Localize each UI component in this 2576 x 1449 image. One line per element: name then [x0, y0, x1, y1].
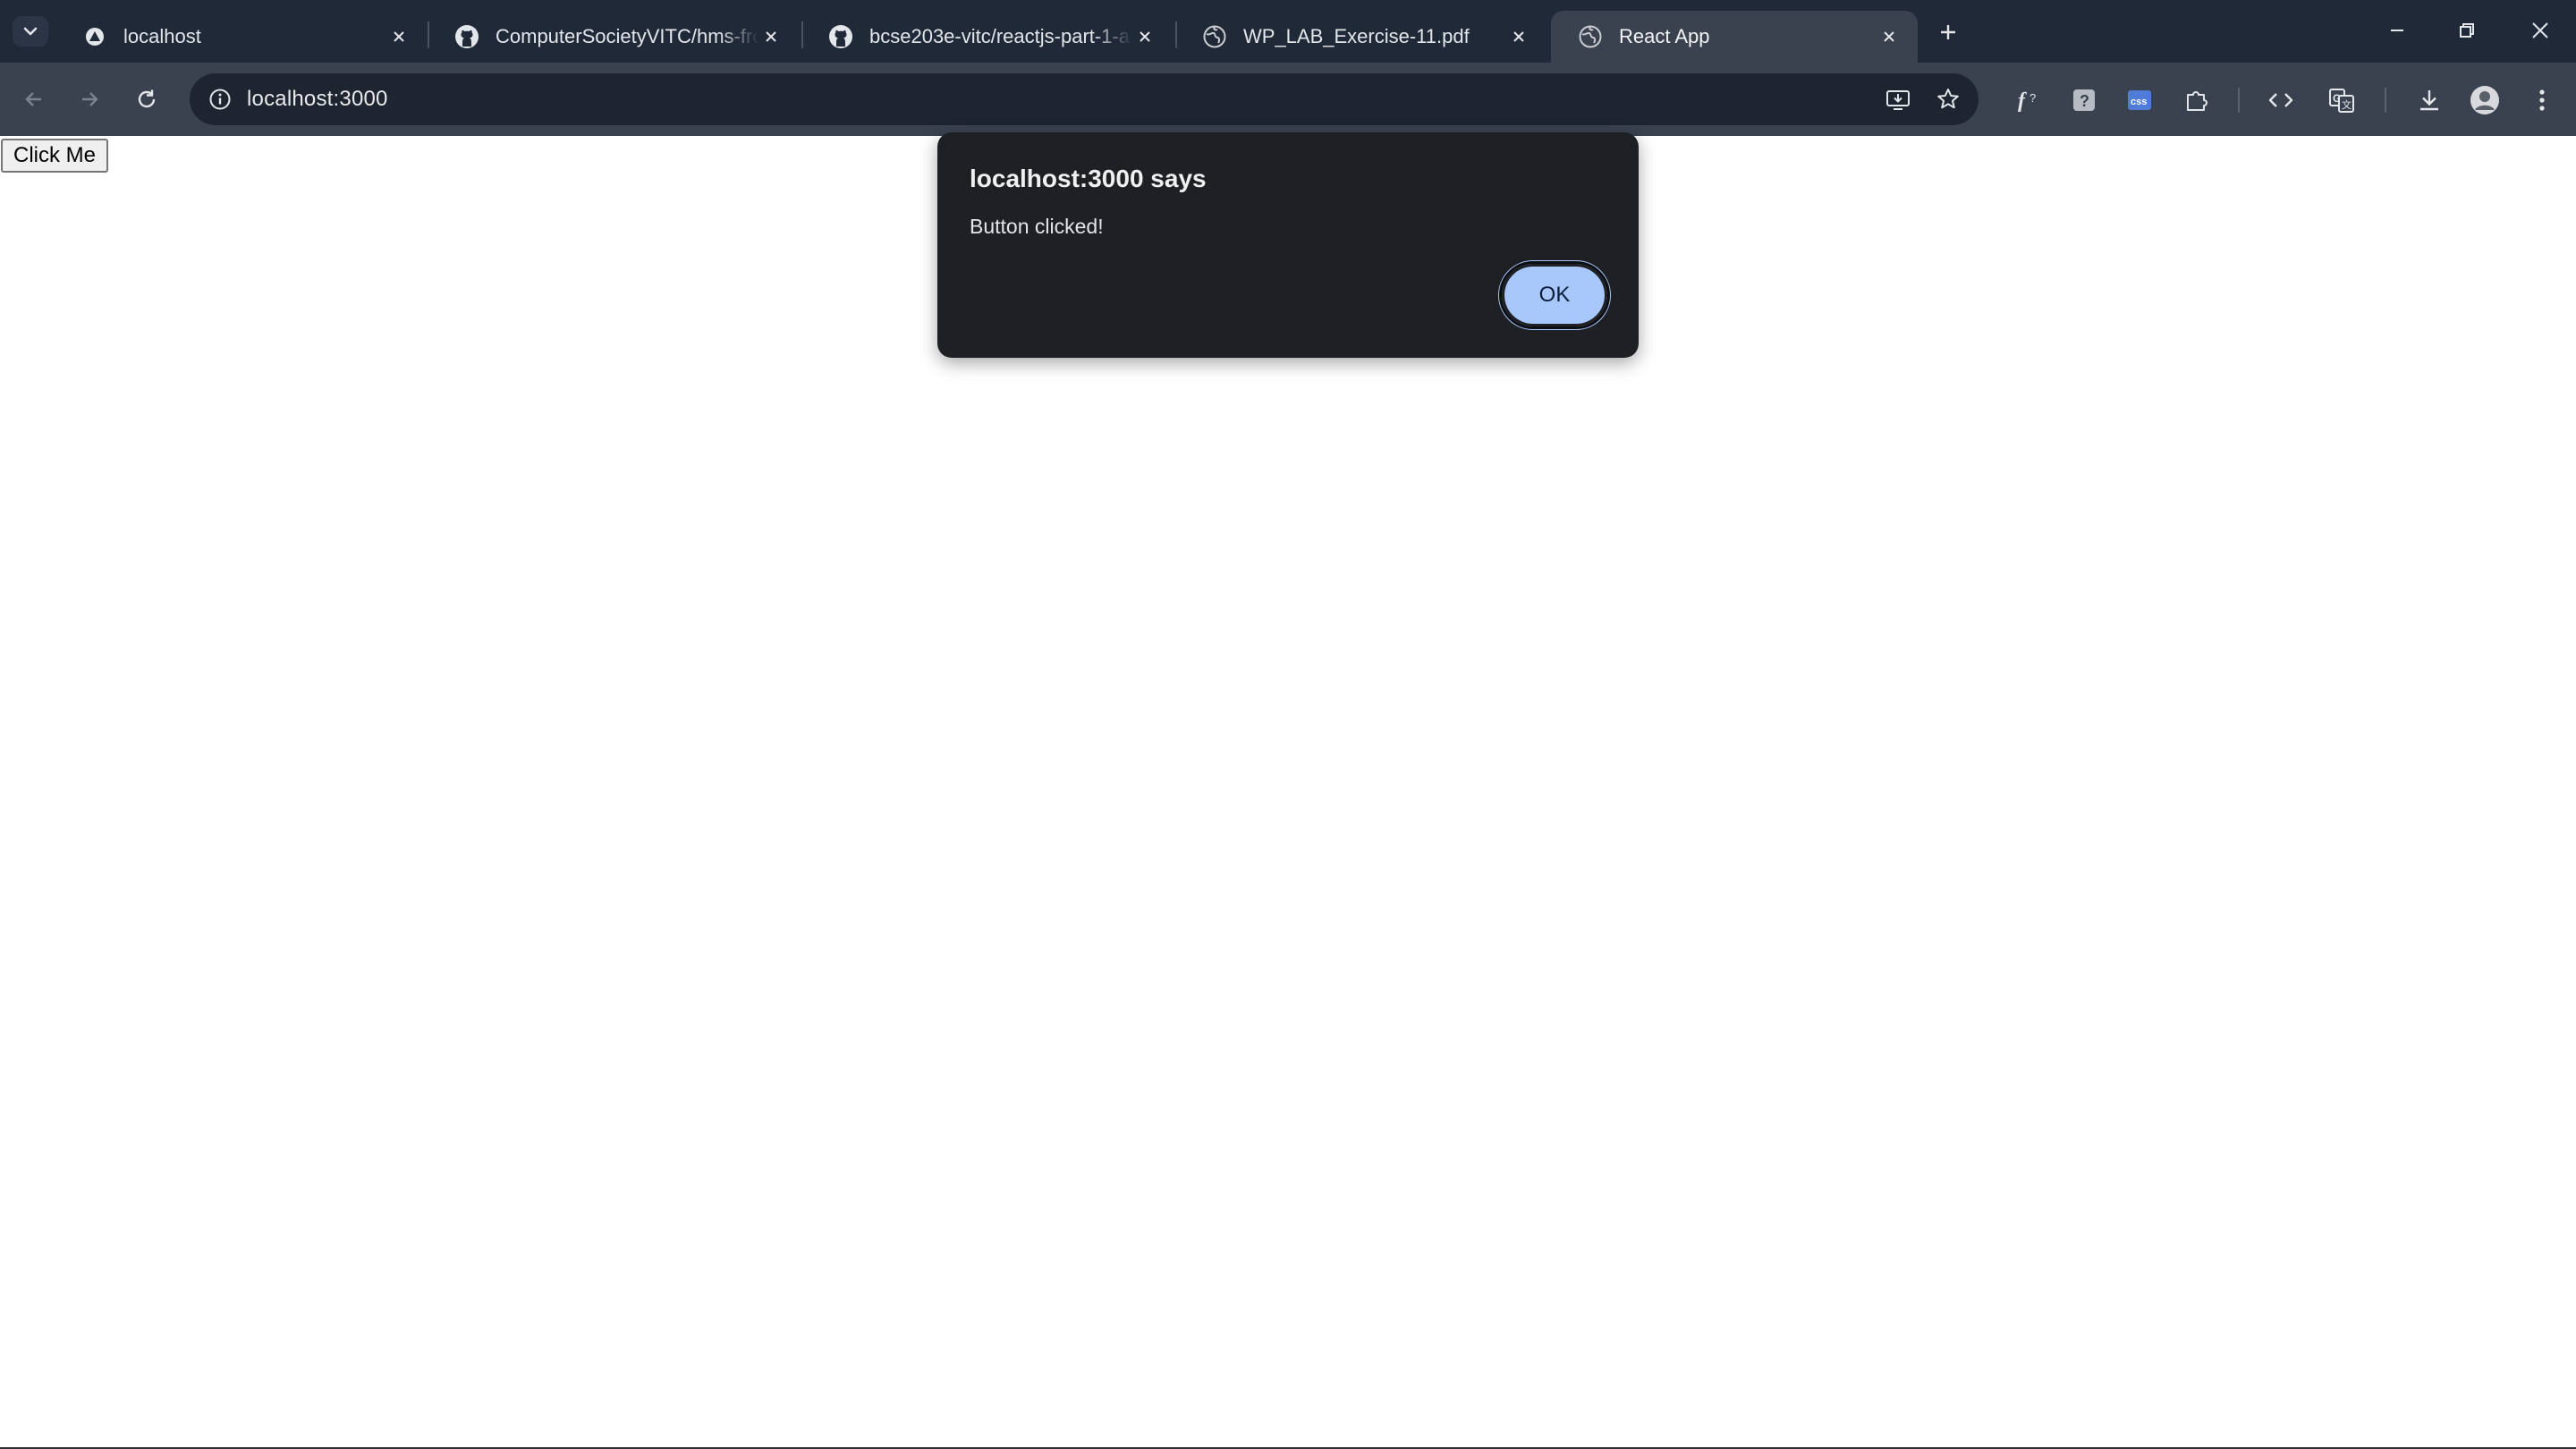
reload-icon: [138, 89, 156, 108]
close-tab-icon[interactable]: [1877, 24, 1902, 49]
tab-wp-lab-pdf[interactable]: WP_LAB_Exercise-11.pdf: [1175, 11, 1547, 63]
close-window-button[interactable]: [2513, 11, 2567, 50]
restore-icon: [2460, 23, 2474, 38]
forward-button[interactable]: [70, 80, 109, 119]
profile-avatar[interactable]: [2465, 80, 2504, 120]
alert-message: Button clicked!: [970, 215, 1104, 238]
svg-text:文: 文: [2342, 98, 2351, 111]
arrow-left-icon: [25, 92, 41, 106]
close-icon: [2532, 22, 2548, 38]
url-text: localhost:3000: [247, 87, 388, 111]
tab-github-hms[interactable]: ComputerSocietyVITC/hms-fron: [428, 11, 800, 63]
tab-localhost[interactable]: localhost: [55, 11, 428, 63]
tab-title: React App: [1619, 25, 1710, 47]
toolbar-separator: [2238, 88, 2240, 113]
back-button[interactable]: [14, 80, 54, 119]
arrow-right-icon: [82, 92, 98, 106]
tab-title: bcse203e-vitc/reactjs-part-1-a2: [869, 25, 1132, 47]
close-tab-icon[interactable]: [758, 24, 784, 49]
restore-button[interactable]: [2440, 11, 2494, 50]
tab-react-app[interactable]: React App: [1551, 11, 1918, 63]
svg-text:css: css: [2131, 97, 2147, 107]
close-tab-icon[interactable]: [1506, 24, 1531, 49]
reload-button[interactable]: [127, 80, 166, 119]
chevron-down-icon: [23, 27, 38, 36]
help-extension-icon[interactable]: ?: [2064, 80, 2104, 120]
close-tab-icon[interactable]: [1132, 24, 1157, 49]
tab-search-button[interactable]: [13, 16, 48, 47]
bookmark-star-icon[interactable]: [1930, 81, 1966, 117]
tab-github-reactjs[interactable]: bcse203e-vitc/reactjs-part-1-a2: [801, 11, 1174, 63]
tab-title: WP_LAB_Exercise-11.pdf: [1243, 25, 1470, 47]
globe-icon: [1202, 24, 1227, 49]
minimize-button[interactable]: [2370, 11, 2424, 50]
alert-dialog: localhost:3000 says Button clicked! OK: [937, 132, 1639, 358]
github-icon: [828, 24, 853, 49]
address-bar[interactable]: localhost:3000: [190, 73, 1979, 125]
css-extension-icon[interactable]: css: [2120, 80, 2159, 120]
translate-icon[interactable]: G文: [2322, 80, 2361, 120]
tab-title: ComputerSocietyVITC/hms-fron: [496, 25, 758, 47]
browser-toolbar: localhost:3000 f? ? css G文: [0, 63, 2576, 136]
install-app-icon[interactable]: [1880, 81, 1916, 117]
tab-strip: localhost ComputerSocietyVITC/hms-fron b…: [0, 0, 2576, 63]
close-tab-icon[interactable]: [386, 24, 411, 49]
github-icon: [454, 24, 479, 49]
downloads-icon[interactable]: [2410, 80, 2449, 120]
font-finder-extension-icon[interactable]: f?: [2009, 80, 2048, 120]
toolbar-separator: [2385, 88, 2386, 113]
devtools-code-icon[interactable]: [2261, 80, 2301, 120]
extensions-puzzle-icon[interactable]: [2177, 80, 2216, 120]
svg-text:f: f: [2018, 89, 2027, 113]
menu-kebab-icon[interactable]: [2522, 80, 2562, 120]
site-info-icon[interactable]: [202, 81, 238, 117]
svg-text:?: ?: [2080, 92, 2089, 110]
vercel-triangle-icon: [82, 24, 107, 49]
globe-icon: [1578, 24, 1603, 49]
click-me-button[interactable]: Click Me: [1, 139, 109, 173]
svg-text:?: ?: [2029, 91, 2036, 105]
new-tab-button[interactable]: [1930, 16, 1966, 48]
plus-icon: [1941, 25, 1955, 39]
alert-title: localhost:3000 says: [970, 165, 1207, 192]
minimize-icon: [2391, 30, 2403, 31]
ok-button[interactable]: OK: [1498, 260, 1611, 330]
tab-title: localhost: [123, 25, 201, 47]
